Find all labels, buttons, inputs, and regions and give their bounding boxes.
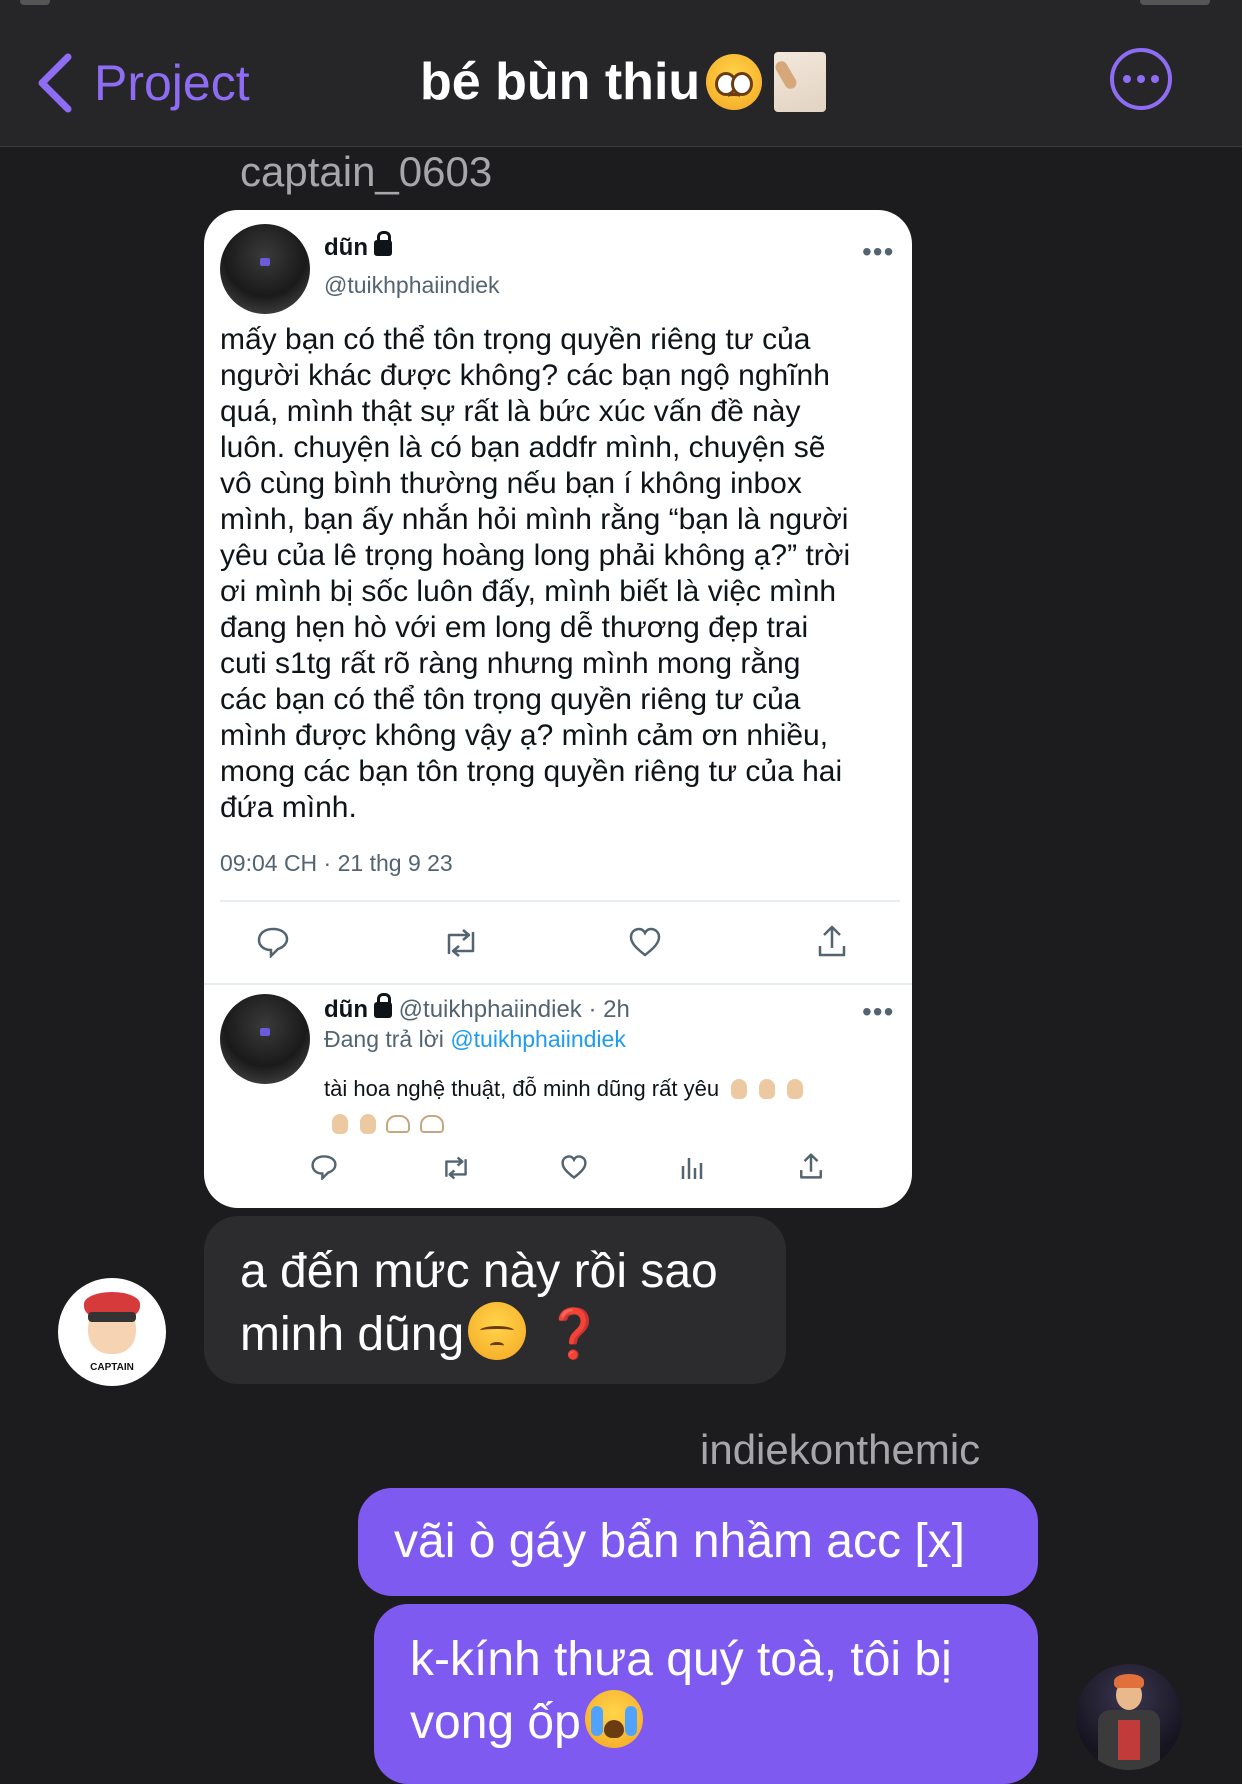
- heart-hands-icon: [386, 1115, 410, 1133]
- tweet-timestamp: 09:04 CH · 21 thg 9 23: [220, 850, 453, 876]
- reply-author-line: dũn @tuikhphaiindiek · 2h: [324, 993, 630, 1023]
- sender-name: captain_0603: [240, 148, 493, 195]
- tweet-more-icon: •••: [862, 236, 895, 267]
- hand-icon: [787, 1079, 804, 1099]
- hand-icon: [731, 1079, 748, 1099]
- my-avatar[interactable]: [1076, 1664, 1182, 1770]
- message-text: vãi ò gáy bẩn nhầm acc [x]: [394, 1515, 965, 1568]
- message-text: minh dũng ❓: [240, 1302, 750, 1365]
- message-bubble-outgoing[interactable]: vãi ò gáy bẩn nhầm acc [x]: [358, 1488, 1038, 1596]
- like-icon: [628, 926, 662, 958]
- replying-to: Đang trả lời @tuikhphaiindiek: [324, 1026, 626, 1052]
- reply-more-icon: •••: [862, 996, 895, 1027]
- reply-mention-link: @tuikhphaiindiek: [450, 1026, 626, 1052]
- back-label: Project: [94, 55, 250, 111]
- more-icon: [1123, 75, 1131, 83]
- pleading-face-icon: [706, 54, 763, 110]
- status-signal-icon: [20, 0, 50, 5]
- hand-icon: [332, 1114, 348, 1134]
- loudly-crying-face-icon: [584, 1690, 643, 1748]
- tweet-body: mấy bạn có thể tôn trọng quyền riêng tư …: [220, 323, 851, 824]
- reply-icon: [256, 926, 290, 958]
- analytics-icon: [680, 1154, 704, 1180]
- tweet-author-name: dũn: [324, 231, 392, 262]
- tweet-screenshot-image[interactable]: dũn @tuikhphaiindiek ••• mấy bạn có thể …: [204, 210, 912, 1208]
- status-bar: [0, 0, 1242, 10]
- hand-icon: [360, 1114, 376, 1134]
- message-bubble-outgoing[interactable]: k-kính thưa quý toà, tôi bị vong ốp: [374, 1604, 1038, 1784]
- hand-icon: [759, 1079, 776, 1099]
- tweet-author-handle: @tuikhphaiindiek: [324, 272, 500, 298]
- chat-header: Project bé bùn thiu: [0, 0, 1242, 147]
- chat-title-group[interactable]: bé bùn thiu: [420, 44, 827, 120]
- lock-icon: [373, 231, 392, 256]
- message-text: vong ốp: [410, 1690, 1002, 1753]
- divider: [220, 900, 900, 902]
- like-icon: [560, 1154, 588, 1180]
- retweet-icon: [442, 928, 480, 958]
- pensive-face-icon: [468, 1302, 527, 1360]
- reply-author-avatar: [220, 994, 310, 1084]
- share-icon: [816, 924, 848, 958]
- reply-emojis: [324, 1114, 444, 1138]
- back-button[interactable]: Project: [34, 48, 250, 118]
- message-text: a đến mức này rồi sao: [240, 1245, 718, 1298]
- status-battery-icon: [1140, 0, 1210, 5]
- retweet-icon: [440, 1156, 472, 1180]
- question-mark-icon: ❓: [544, 1308, 604, 1361]
- chat-title: bé bùn thiu: [420, 53, 701, 111]
- share-icon: [798, 1152, 824, 1180]
- tweet-author-avatar: [220, 224, 310, 314]
- reply-text: tài hoa nghệ thuật, đỗ minh dũng rất yêu: [324, 1076, 804, 1102]
- sender-name-me: indiekonthemic: [700, 1426, 981, 1473]
- lock-icon: [373, 993, 392, 1018]
- hand-sticker-icon: [774, 52, 827, 112]
- message-text: k-kính thưa quý toà, tôi bị: [410, 1633, 952, 1686]
- more-options-button[interactable]: [1110, 48, 1172, 110]
- chevron-left-icon: [38, 53, 72, 113]
- divider: [204, 983, 912, 985]
- captain-avatar[interactable]: CAPTAIN: [58, 1278, 166, 1386]
- heart-hands-icon: [420, 1115, 444, 1133]
- avatar-label: CAPTAIN: [90, 1362, 134, 1373]
- reply-icon: [310, 1154, 338, 1180]
- message-bubble-incoming[interactable]: a đến mức này rồi sao minh dũng ❓: [204, 1216, 786, 1384]
